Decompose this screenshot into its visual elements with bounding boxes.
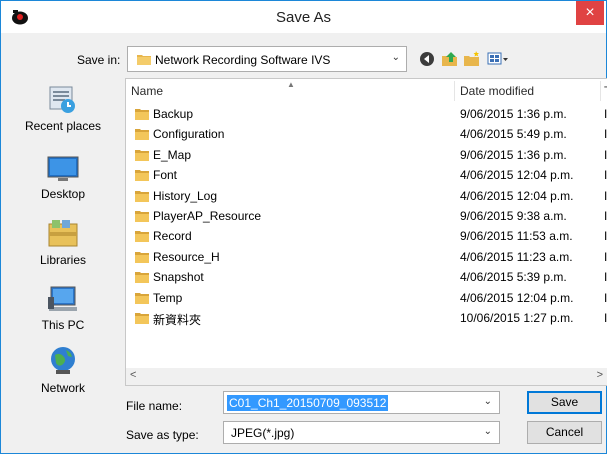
folder-icon [135, 292, 149, 304]
file-list-row[interactable]: Font4/06/2015 12:04 p.m.I [126, 165, 607, 185]
place-network[interactable]: Network [3, 344, 123, 395]
up-folder-icon[interactable] [441, 50, 459, 68]
file-list-row[interactable]: Configuration4/06/2015 5:49 p.m.I [126, 124, 607, 144]
place-recent-places[interactable]: Recent places [3, 84, 123, 133]
place-libraries[interactable]: Libraries [3, 218, 123, 267]
chevron-down-icon: ⌄ [391, 52, 400, 63]
file-list-row[interactable]: Temp4/06/2015 12:04 p.m.I [126, 288, 607, 308]
save-in-value: Network Recording Software IVS [155, 53, 331, 67]
window-title: Save As [275, 9, 332, 26]
column-divider[interactable] [600, 81, 601, 101]
date-modified-cell: 4/06/2015 5:49 p.m. [460, 127, 567, 142]
folder-icon [135, 109, 149, 120]
file-name-cell: History_Log [153, 188, 218, 203]
views-menu-icon[interactable] [487, 50, 509, 68]
file-name-cell: Snapshot [153, 270, 204, 285]
folder-icon [135, 231, 149, 243]
back-icon[interactable] [419, 50, 435, 68]
file-name-cell: Backup [153, 107, 194, 121]
save-as-dialog: Save As × Save in: Network Recording Sof… [0, 0, 607, 454]
cancel-button[interactable]: Cancel [527, 421, 602, 444]
place-desktop[interactable]: Desktop [3, 154, 123, 201]
place-this-pc[interactable]: This PC [3, 283, 123, 332]
folder-icon [137, 55, 151, 65]
date-modified-cell: 4/06/2015 5:39 p.m. [460, 270, 567, 285]
close-button[interactable]: × [576, 1, 604, 25]
folder-icon [135, 313, 149, 324]
file-name-cell: Font [153, 168, 178, 183]
folder-icon [135, 211, 149, 222]
file-name-cell: E_Map [153, 147, 192, 162]
save-as-type-value: JPEG(*.jpg) [231, 426, 295, 440]
date-modified-cell: 4/06/2015 12:04 p.m. [460, 168, 574, 183]
sort-ascending-icon: ▲ [287, 80, 295, 89]
horizontal-scrollbar[interactable]: < > [126, 368, 607, 385]
date-modified-cell: 9/06/2015 9:38 a.m. [460, 209, 567, 223]
file-list-row[interactable]: 新資料夾10/06/2015 1:27 p.m.I [126, 308, 607, 328]
file-name-cell: Resource_H [153, 249, 220, 264]
file-name-cell: Configuration [153, 127, 225, 142]
places-bar: Recent places Desktop Libraries This PC … [3, 78, 123, 448]
save-in-label: Save in: [77, 53, 121, 67]
file-name-cell: 新資料夾 [153, 313, 202, 327]
column-divider[interactable] [454, 81, 455, 101]
save-in-dropdown[interactable]: Network Recording Software IVS ⌄ [127, 46, 407, 72]
file-list-row[interactable]: PlayerAP_Resource9/06/2015 9:38 a.m.I [126, 206, 607, 226]
file-name-input[interactable]: C01_Ch1_20150709_093512 ⌄ [223, 391, 500, 414]
column-header-name[interactable]: Name [131, 79, 163, 103]
date-modified-cell: 4/06/2015 11:23 a.m. [460, 249, 573, 264]
file-name-value[interactable]: C01_Ch1_20150709_093512 [227, 395, 389, 411]
file-name-label: File name: [126, 399, 183, 413]
file-list-row[interactable]: History_Log4/06/2015 12:04 p.m.I [126, 186, 607, 206]
file-name-cell: PlayerAP_Resource [153, 209, 262, 223]
date-modified-cell: 9/06/2015 1:36 p.m. [460, 147, 567, 162]
file-list-row[interactable]: Record9/06/2015 11:53 a.m.I [126, 226, 607, 246]
file-list-row[interactable]: E_Map9/06/2015 1:36 p.m.I [126, 145, 607, 165]
place-label: Desktop [40, 187, 86, 201]
folder-icon [135, 272, 149, 284]
folder-icon [135, 149, 149, 161]
date-modified-cell: 10/06/2015 1:27 p.m. [460, 311, 574, 325]
folder-icon [135, 170, 149, 182]
file-list[interactable]: Name ▲ Date modified T Backup9/06/2015 1… [125, 78, 607, 386]
date-modified-cell: 9/06/2015 1:36 p.m. [460, 107, 567, 121]
title-bar[interactable]: Save As × [1, 1, 606, 33]
file-list-row[interactable]: Resource_H4/06/2015 11:23 a.m.I [126, 247, 607, 267]
folder-icon [135, 190, 149, 202]
libraries-icon [48, 220, 78, 247]
desktop-icon [47, 156, 79, 181]
chevron-down-icon[interactable]: ⌄ [484, 426, 492, 437]
place-label: Recent places [24, 119, 102, 133]
this-pc-icon [48, 286, 77, 311]
date-modified-cell: 9/06/2015 11:53 a.m. [460, 229, 573, 244]
new-folder-icon[interactable] [463, 50, 481, 68]
file-list-row[interactable]: Backup9/06/2015 1:36 p.m.I [126, 104, 607, 124]
date-modified-cell: 4/06/2015 12:04 p.m. [460, 290, 574, 305]
save-button[interactable]: Save [527, 391, 602, 414]
place-label: This PC [41, 318, 85, 332]
folder-icon [135, 129, 149, 141]
save-as-type-label: Save as type: [126, 428, 199, 442]
folder-icon [135, 251, 149, 263]
file-name-cell: Temp [153, 290, 183, 305]
chevron-down-icon[interactable]: ⌄ [484, 396, 492, 407]
file-list-row[interactable]: Snapshot4/06/2015 5:39 p.m.I [126, 267, 607, 287]
recent-places-icon [49, 86, 75, 113]
save-as-type-dropdown[interactable]: JPEG(*.jpg) ⌄ [223, 421, 500, 444]
date-modified-cell: 4/06/2015 12:04 p.m. [460, 188, 574, 203]
place-label: Libraries [39, 253, 87, 267]
file-name-cell: Record [153, 229, 192, 244]
scroll-left-arrow[interactable]: < [130, 369, 136, 381]
place-label: Network [40, 381, 85, 395]
column-header-date-modified[interactable]: Date modified [460, 79, 534, 103]
scroll-right-arrow[interactable]: > [597, 369, 603, 381]
network-icon [51, 347, 75, 374]
